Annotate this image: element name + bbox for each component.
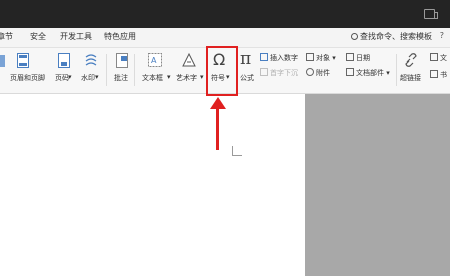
textbox-label: 文本框 [142,74,163,82]
pi-icon: π [240,49,252,69]
header-footer-label: 页眉和页脚 [10,74,45,82]
chevron-down-icon: ▾ [167,73,171,81]
insert-number-button[interactable]: 插入数字 [260,53,298,63]
page-number-icon [58,53,70,68]
search-icon [351,33,358,40]
document-page[interactable] [0,94,305,276]
bookmark-partial-button[interactable]: 书 [430,70,447,80]
bookmark-icon [430,70,438,78]
first-letter-sink-button[interactable]: 首字下沉 [260,68,298,78]
doc-parts-label: 文档部件 [356,69,384,77]
number-icon [260,53,268,61]
symbol-highlight-box [206,46,238,96]
red-arrow-shaft [216,106,219,150]
doc-parts-icon [346,68,354,76]
ribbon-separator [106,54,107,86]
ribbon-separator [396,54,397,86]
date-label: 日期 [356,54,370,62]
paperclip-icon [306,68,314,76]
tab-security[interactable]: 安全 [30,31,46,42]
text-icon [430,53,438,61]
first-letter-sink-label: 首字下沉 [270,69,298,77]
tab-chapter[interactable]: 章节 [0,31,13,42]
text-partial-button[interactable]: 文 [430,53,447,63]
drop-cap-icon [260,68,268,76]
comment-label: 批注 [114,74,128,82]
watermark-icon [85,54,97,66]
wordart-icon [182,53,196,67]
partial-tool-icon [0,55,5,67]
attachment-button[interactable]: 附件 [306,68,330,78]
textbox-icon: A [148,53,162,67]
link-icon [405,53,417,67]
help-icon[interactable]: ? [440,31,444,40]
hyperlink-label: 超链接 [400,74,421,82]
object-button[interactable]: 对象 ▾ [306,53,336,63]
calendar-icon [346,53,354,61]
svg-text:A: A [151,56,157,65]
formula-label: 公式 [240,74,254,82]
tab-developer-tools[interactable]: 开发工具 [60,31,92,42]
doc-parts-button[interactable]: 文档部件 ▾ [346,68,390,78]
chevron-down-icon: ▾ [95,73,99,81]
object-label: 对象 [316,54,330,62]
window-tile-icon[interactable] [424,9,438,19]
search-box[interactable]: 查找命令、搜索模板 [351,31,432,42]
header-footer-icon [17,53,29,68]
chevron-down-icon: ▾ [200,73,204,81]
watermark-label: 水印 [81,74,95,82]
insert-number-label: 插入数字 [270,54,298,62]
attachment-label: 附件 [316,69,330,77]
tab-bar: 章节 安全 开发工具 特色应用 查找命令、搜索模板 ? [0,28,450,48]
page-number-label: 页码 [55,74,69,82]
bookmark-partial-label: 书 [440,71,447,79]
title-bar [0,0,450,28]
chevron-down-icon: ▾ [68,73,72,81]
search-label: 查找命令、搜索模板 [360,32,432,41]
object-icon [306,53,314,61]
page-margin-corner-mark [232,146,242,156]
wordart-label: 艺术字 [176,74,197,82]
comment-icon [116,53,128,68]
ribbon-separator [134,54,135,86]
tab-special-apps[interactable]: 特色应用 [104,31,136,42]
text-partial-label: 文 [440,54,447,62]
date-button[interactable]: 日期 [346,53,370,63]
